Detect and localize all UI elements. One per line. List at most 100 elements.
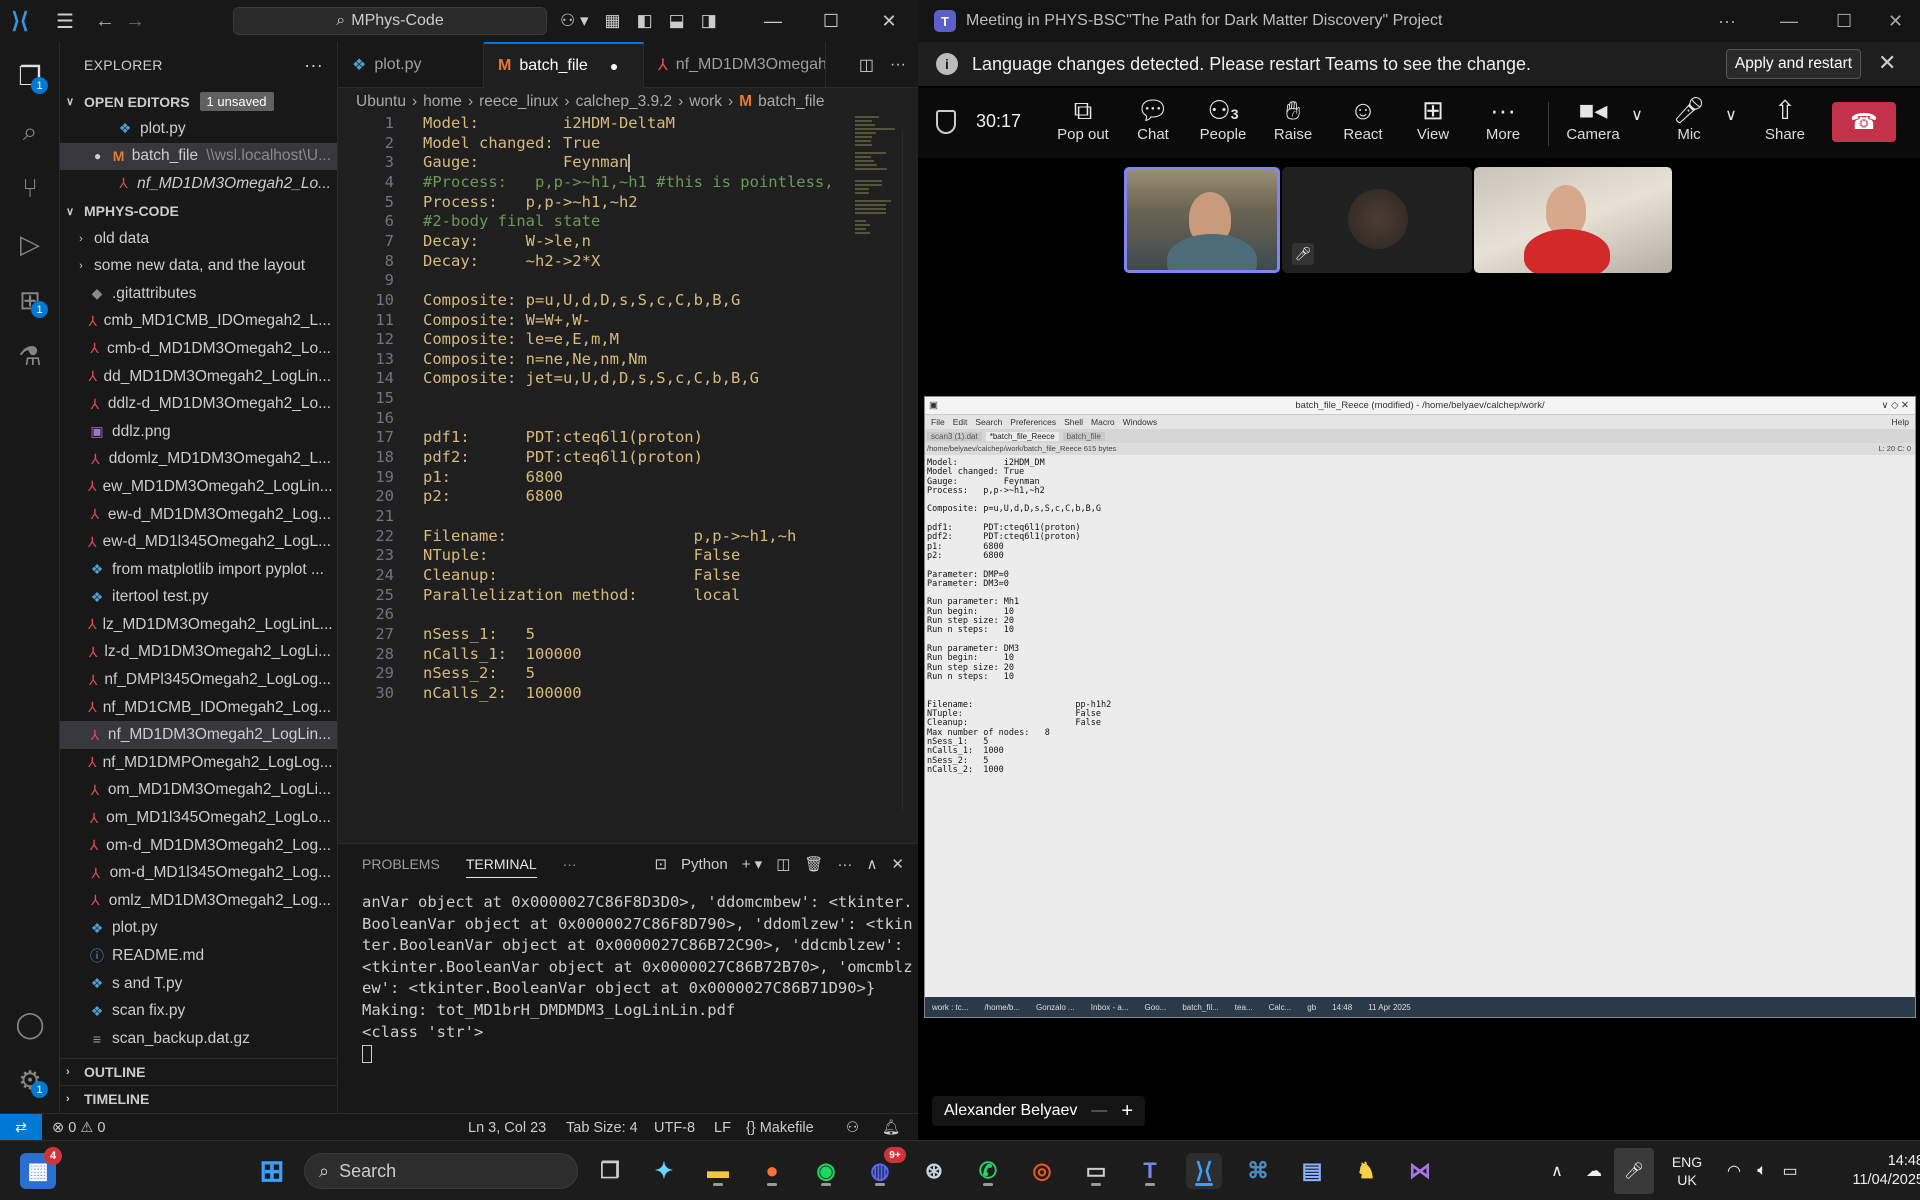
close-button[interactable]: ✕ bbox=[1888, 0, 1903, 42]
file-item[interactable]: ❖ from matplotlib import pyplot ... bbox=[60, 556, 337, 584]
steam-icon[interactable]: ⊛ bbox=[916, 1153, 952, 1189]
tab-plot-py[interactable]: ❖ plot.py bbox=[338, 42, 484, 88]
notifications-bell-icon[interactable]: 🔔︎ bbox=[882, 1114, 900, 1140]
more-options-icon[interactable]: ··· bbox=[1718, 0, 1736, 42]
language-indicator[interactable]: ENG UK bbox=[1654, 1153, 1720, 1189]
tab-nf-file[interactable]: ⅄ nf_MD1DM3Omegah2_ bbox=[644, 42, 826, 88]
file-item[interactable]: ⅄ dd_MD1DM3Omegah2_LogLin... bbox=[60, 363, 337, 391]
run-debug-icon[interactable]: ▷ bbox=[10, 224, 50, 264]
close-panel-icon[interactable]: ✕ bbox=[891, 855, 904, 873]
code-line[interactable]: pdf2: PDT:cteq6l1(proton) bbox=[423, 448, 703, 466]
settings-gear-icon[interactable]: ⚙ 1 bbox=[10, 1060, 50, 1100]
problems-status[interactable]: ⊗ 0 ⚠ 0 bbox=[52, 1114, 105, 1140]
end-of-line[interactable]: LF bbox=[714, 1114, 731, 1140]
breadcrumb-item[interactable]: calchep_3.9.2 bbox=[576, 93, 673, 111]
code-line[interactable]: Composite: W=W+,W- bbox=[423, 311, 591, 329]
share-button[interactable]: ⇧ Share bbox=[1754, 94, 1816, 143]
remote-indicator-icon[interactable]: ⇄ bbox=[0, 1114, 42, 1140]
tab-problems[interactable]: PROBLEMS bbox=[362, 856, 440, 872]
code-line[interactable]: Decay: ~h2->2*X bbox=[423, 252, 600, 270]
file-item[interactable]: ▣ ddlz.png bbox=[60, 418, 337, 446]
new-terminal-plus-icon[interactable]: + ▾ bbox=[742, 855, 762, 873]
terminal-profile[interactable]: Python bbox=[681, 856, 728, 873]
participant-video[interactable]: 🎤︎ bbox=[1282, 167, 1472, 273]
file-item[interactable]: ⅄ nf_DMPl345Omegah2_LogLog... bbox=[60, 666, 337, 694]
source-control-icon[interactable]: ⑂ bbox=[10, 168, 50, 208]
taskbar-search[interactable]: ⌕ Search bbox=[304, 1153, 578, 1189]
customize-layout-icon[interactable]: ▦ bbox=[605, 11, 621, 31]
code-line[interactable]: Filename: p,p->~h1,~h bbox=[423, 527, 796, 545]
spotify-icon[interactable]: ◉ bbox=[808, 1153, 844, 1189]
cursor-position[interactable]: Ln 3, Col 23 bbox=[468, 1114, 546, 1140]
file-item[interactable]: ⅄ om-d_MD1l345Omegah2_Log... bbox=[60, 859, 337, 887]
linux-penguin-icon[interactable]: ♞ bbox=[1348, 1153, 1384, 1189]
minimize-stage-icon[interactable]: — bbox=[1091, 1102, 1107, 1120]
code-line[interactable]: Model changed: True bbox=[423, 134, 600, 152]
file-item[interactable]: ⅄ ew-d_MD1l345Omegah2_LogL... bbox=[60, 528, 337, 556]
terminal-icon[interactable]: ▭ bbox=[1078, 1153, 1114, 1189]
search-icon[interactable]: ⌕ bbox=[10, 112, 50, 152]
breadcrumb-item[interactable]: reece_linux bbox=[479, 93, 558, 111]
breadcrumb-item[interactable]: batch_file bbox=[758, 93, 824, 111]
code-line[interactable]: Model: i2HDM-DeltaM bbox=[423, 114, 675, 132]
code-line[interactable]: nCalls_1: 100000 bbox=[423, 645, 582, 663]
code-line[interactable]: Composite: jet=u,U,d,D,s,S,c,C,b,B,G bbox=[423, 369, 759, 387]
task-view-icon[interactable]: ❐ bbox=[592, 1153, 628, 1189]
code-line[interactable]: Composite: p=u,U,d,D,s,S,c,C,b,B,G bbox=[423, 291, 740, 309]
discord-icon[interactable]: ◍ 9+ bbox=[862, 1147, 906, 1189]
view-button[interactable]: ⊞ View bbox=[1402, 94, 1464, 143]
show-hidden-icons-chevron[interactable]: ∧ bbox=[1540, 1161, 1574, 1181]
accounts-icon[interactable]: ◯ bbox=[10, 1004, 50, 1044]
file-item[interactable]: ⅄ om_MD1DM3Omegah2_LogLi... bbox=[60, 777, 337, 805]
wifi-icon[interactable]: ◠ bbox=[1720, 1161, 1748, 1181]
code-editor[interactable]: 1 Model: i2HDM-DeltaM 2 Model changed: True… bbox=[338, 114, 848, 834]
project-section[interactable]: ∨ MPHYS-CODE bbox=[60, 198, 337, 225]
code-line[interactable]: pdf1: PDT:cteq6l1(proton) bbox=[423, 428, 703, 446]
split-editor-icon[interactable]: ◫ bbox=[859, 55, 874, 75]
folder-item[interactable]: › old data bbox=[60, 225, 337, 253]
pop-out-button[interactable]: ⧉ Pop out bbox=[1052, 94, 1114, 143]
notepad-icon[interactable]: ▤ bbox=[1294, 1153, 1330, 1189]
minimize-button[interactable]: — bbox=[744, 0, 802, 42]
breadcrumb-item[interactable]: home bbox=[423, 93, 462, 111]
firefox-icon[interactable]: ● bbox=[754, 1153, 790, 1189]
outline-section[interactable]: › OUTLINE bbox=[60, 1058, 338, 1085]
open-editor-item[interactable]: ● Mbatch_file \\wsl.localhost\U... bbox=[60, 142, 337, 171]
editor-scrollbar[interactable] bbox=[902, 130, 916, 810]
dismiss-banner-icon[interactable]: ✕ bbox=[1878, 50, 1896, 76]
open-editor-item[interactable]: ❖ plot.py bbox=[60, 115, 337, 143]
visual-studio-icon[interactable]: ⋈ bbox=[1402, 1153, 1438, 1189]
forward-arrow-icon[interactable]: → bbox=[120, 10, 150, 33]
back-arrow-icon[interactable]: ← bbox=[90, 10, 120, 33]
whatsapp-icon[interactable]: ✆ bbox=[970, 1153, 1006, 1189]
extensions-icon[interactable]: ⊞ 1 bbox=[10, 280, 50, 320]
file-item[interactable]: ❖ s and T.py bbox=[60, 970, 337, 998]
trash-icon[interactable]: 🗑 bbox=[804, 855, 823, 873]
file-item[interactable]: ⅄ cmb_MD1CMB_IDOmegah2_L... bbox=[60, 308, 337, 336]
code-line[interactable]: Parallelization method: local bbox=[423, 586, 740, 604]
screen-share-view[interactable]: ▣ batch_file_Reece (modified) - /home/bel… bbox=[924, 396, 1916, 1018]
file-explorer-icon[interactable]: ▬ bbox=[700, 1153, 736, 1189]
more-icon[interactable]: ··· bbox=[563, 856, 577, 872]
file-item[interactable]: ⅄ nf_MD1DMPOmegah2_LogLog... bbox=[60, 749, 337, 777]
maximize-panel-icon[interactable]: ∧ bbox=[866, 855, 877, 873]
code-line[interactable]: #Process: p,p->~h1,~h1 #this is pointles… bbox=[423, 173, 834, 191]
code-line[interactable]: Decay: W->le,n bbox=[423, 232, 591, 250]
code-line[interactable]: Composite: n=ne,Ne,nm,Nm bbox=[423, 350, 647, 368]
split-terminal-icon[interactable]: ◫ bbox=[776, 855, 790, 873]
folder-item[interactable]: › some new data, and the layout bbox=[60, 252, 337, 280]
command-center-search[interactable]: ⌕ MPhys-Code bbox=[233, 7, 547, 35]
maximize-button[interactable]: ☐ bbox=[802, 0, 860, 42]
file-item[interactable]: ⅄ nf_MD1DM3Omegah2_LogLin... bbox=[60, 721, 337, 750]
open-editors-section[interactable]: ∨ OPEN EDITORS 1 unsaved bbox=[60, 88, 337, 115]
python-icon[interactable]: ⌘ bbox=[1240, 1153, 1276, 1189]
file-item[interactable]: ⅄ nf_MD1CMB_IDOmegah2_Log... bbox=[60, 694, 337, 722]
file-item[interactable]: ❖ plot.py bbox=[60, 915, 337, 943]
file-item[interactable]: ⅄ ddlz-d_MD1DM3Omegah2_Lo... bbox=[60, 390, 337, 418]
chat-button[interactable]: 💬︎ Chat bbox=[1122, 94, 1184, 143]
leave-call-button[interactable]: ☎ bbox=[1832, 102, 1896, 142]
unsaved-dot-icon[interactable]: ● bbox=[610, 58, 618, 74]
apply-restart-button[interactable]: Apply and restart bbox=[1726, 49, 1861, 79]
participant-video[interactable] bbox=[1474, 167, 1672, 273]
toggle-panel-icon[interactable]: ⬓ bbox=[669, 11, 685, 31]
